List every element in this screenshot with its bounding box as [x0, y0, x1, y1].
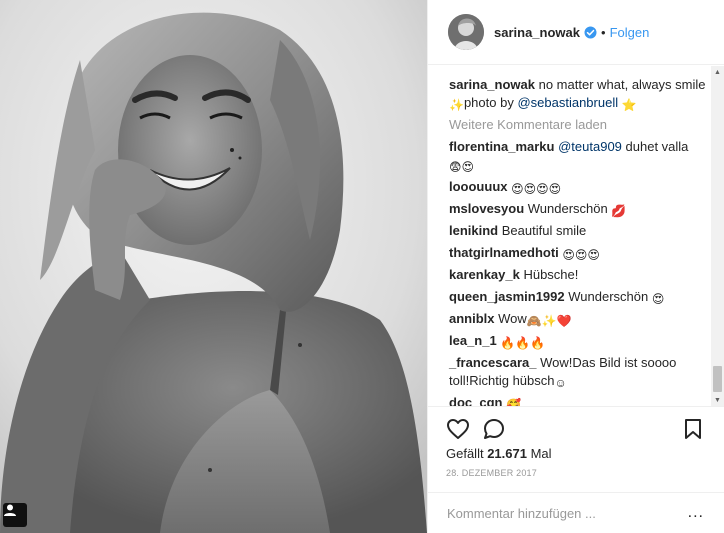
comment-mention[interactable]: @teuta909 — [558, 139, 622, 154]
comment-username[interactable]: anniblx — [449, 311, 495, 326]
comment-username[interactable]: doc_cgn — [449, 395, 502, 406]
bookmark-icon — [685, 419, 701, 439]
comment-username[interactable]: florentina_marku — [449, 139, 554, 154]
comment-rows: florentina_marku @teuta909 duhet valla 😨… — [449, 138, 712, 406]
verified-badge-icon — [584, 26, 597, 39]
portrait-photo — [0, 0, 427, 533]
comment-username[interactable]: looouuux — [449, 179, 508, 194]
comment-icon — [484, 418, 504, 439]
add-comment-bar: ... — [427, 492, 724, 533]
scroll-down-arrow-icon[interactable]: ▼ — [711, 394, 724, 406]
avatar[interactable] — [448, 14, 484, 50]
comment-username[interactable]: karenkay_k — [449, 267, 520, 282]
comment-text: Beautiful smile — [498, 223, 587, 238]
comment-username[interactable]: queen_jasmin1992 — [449, 289, 565, 304]
comments-list[interactable]: sarina_nowak no matter what, always smil… — [428, 66, 712, 406]
likes-label: Gefällt — [446, 446, 488, 461]
likes-count[interactable]: Gefällt 21.671 Mal — [446, 446, 552, 461]
user-tag-button[interactable] — [3, 503, 27, 527]
follow-button[interactable]: Folgen — [610, 25, 650, 40]
header-separator: • — [601, 24, 606, 40]
comment-username[interactable]: lenikind — [449, 223, 498, 238]
heart-icon — [447, 418, 469, 439]
header-username[interactable]: sarina_nowak — [494, 25, 580, 40]
comment-emoji: 😍 — [651, 292, 665, 306]
caption-text-2: photo by — [463, 95, 518, 110]
comment-username[interactable]: mslovesyou — [449, 201, 524, 216]
load-more-comments-button[interactable]: Weitere Kommentare laden — [449, 116, 712, 134]
post-caption: sarina_nowak no matter what, always smil… — [449, 76, 707, 112]
more-options-button[interactable]: ... — [688, 504, 704, 522]
comment-emoji: 😍😍😍😍 — [511, 182, 562, 196]
comment-emoji: 🔥🔥🔥 — [500, 336, 546, 350]
comment-input[interactable] — [447, 505, 688, 521]
comment-item: florentina_marku @teuta909 duhet valla 😨… — [449, 138, 707, 174]
comment-button[interactable] — [480, 415, 508, 443]
post-container: sarina_nowak • Folgen sarina_nowak no ma… — [0, 0, 724, 533]
caption-text: no matter what, always smile — [535, 77, 706, 92]
post-date[interactable]: 28. DEZEMBER 2017 — [446, 468, 537, 478]
comment-item: lenikind Beautiful smile — [449, 222, 707, 240]
comment-item: anniblx Wow🙈✨❤️ — [449, 310, 707, 328]
comment-item: looouuux 😍😍😍😍 — [449, 178, 707, 196]
comment-text: duhet valla — [621, 139, 689, 154]
comment-emoji: 🙈✨❤️ — [526, 314, 572, 328]
comment-item: mslovesyou Wunderschön 💋 — [449, 200, 707, 218]
comment-item: lea_n_1 🔥🔥🔥 — [449, 332, 707, 350]
user-tag-icon — [4, 504, 16, 516]
scroll-up-arrow-icon[interactable]: ▲ — [711, 66, 724, 78]
comment-item: queen_jasmin1992 Wunderschön 😍 — [449, 288, 707, 306]
avatar-image — [448, 14, 484, 50]
comment-item: karenkay_k Hübsche! — [449, 266, 707, 284]
action-bar — [428, 406, 724, 450]
comment-emoji: ☺ — [554, 376, 567, 390]
likes-suffix: Mal — [526, 446, 552, 461]
likes-number: 21.671 — [487, 446, 527, 461]
comment-item: _francescara_ Wow!Das Bild ist soooo tol… — [449, 354, 707, 390]
post-header: sarina_nowak • Folgen — [428, 0, 724, 65]
comment-text: Hübsche! — [519, 267, 579, 282]
save-button[interactable] — [679, 415, 707, 443]
caption-mention[interactable]: @sebastianbruell — [517, 95, 618, 110]
comment-item: thatgirlnamedhoti 😍😍😍 — [449, 244, 707, 262]
scrollbar-thumb[interactable] — [713, 366, 722, 392]
comments-scrollbar[interactable]: ▲ ▼ — [711, 66, 724, 406]
comment-text: Wow — [494, 311, 527, 326]
comment-text: Wunderschön — [564, 289, 652, 304]
comment-username[interactable]: thatgirlnamedhoti — [449, 245, 559, 260]
star-emoji: ⭐ — [621, 98, 637, 112]
post-photo[interactable] — [0, 0, 427, 533]
like-button[interactable] — [444, 415, 472, 443]
sparkle-emoji: ✨ — [449, 98, 464, 112]
comment-item: doc_cgn 🥰 — [449, 394, 707, 406]
comment-text: Wunderschön — [524, 201, 612, 216]
comment-username[interactable]: _francescara_ — [449, 355, 536, 370]
comment-emoji: 😍😍😍 — [562, 248, 600, 262]
comment-emoji: 🥰 — [506, 398, 522, 406]
caption-username[interactable]: sarina_nowak — [449, 77, 535, 92]
comment-emoji: 💋 — [611, 204, 627, 218]
comment-emoji: 😨😍 — [449, 160, 475, 174]
comment-username[interactable]: lea_n_1 — [449, 333, 497, 348]
